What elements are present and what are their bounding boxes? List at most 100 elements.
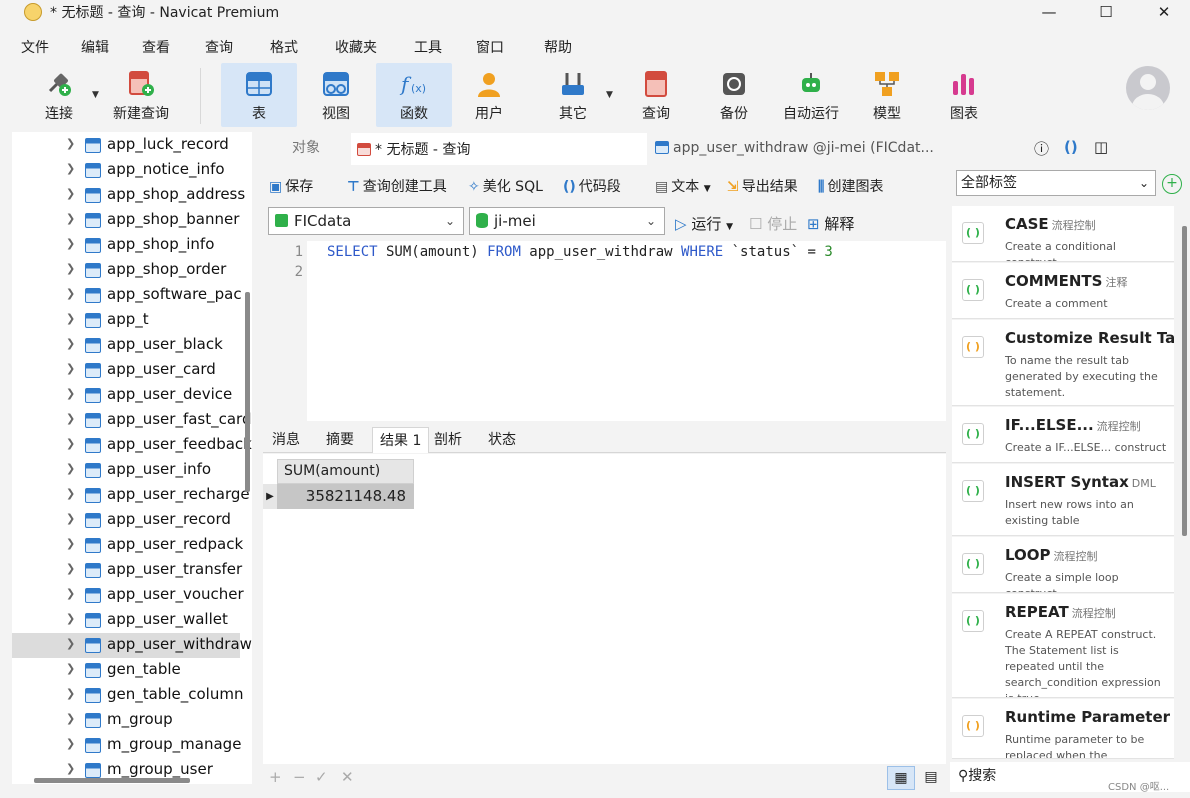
chevron-right-icon[interactable]: ❯ (66, 312, 75, 325)
tree-item[interactable]: ❯ app_user_voucher (12, 583, 244, 608)
chevron-right-icon[interactable]: ❯ (66, 237, 75, 250)
chevron-right-icon[interactable]: ❯ (66, 762, 75, 775)
form-view-button[interactable]: ▤ (917, 766, 945, 790)
tree-item[interactable]: ❯ app_user_redpack (12, 533, 243, 558)
user-button[interactable]: 用户 (460, 63, 518, 127)
delete-record-button[interactable]: − (293, 768, 306, 786)
other-button[interactable]: 其它 (548, 63, 598, 127)
table-row[interactable]: ▶ 35821148.48 (263, 484, 414, 509)
chevron-right-icon[interactable]: ❯ (66, 537, 75, 550)
chevron-right-icon[interactable]: ❯ (66, 462, 75, 475)
tree-item[interactable]: ❯ app_user_card (12, 358, 240, 383)
tree-item[interactable]: ❯ app_t (12, 308, 240, 333)
tab-profile[interactable]: 剖析 (427, 427, 469, 453)
result-cell[interactable]: 35821148.48 (277, 484, 414, 509)
snippet-item[interactable]: ( ) IF...ELSE... 流程控制 Create a IF...ELSE...… (952, 407, 1174, 463)
stop-button[interactable]: ☐ 停止 (749, 213, 797, 234)
chevron-right-icon[interactable]: ❯ (66, 137, 75, 150)
tree-item[interactable]: ❯ app_user_device (12, 383, 240, 408)
tree-item[interactable]: ❯ app_shop_order (12, 258, 240, 283)
snippet-tab-icon[interactable]: () (1064, 138, 1078, 160)
column-header[interactable]: SUM(amount) (277, 459, 414, 484)
tree-item[interactable]: ❯ app_software_pac (12, 283, 242, 308)
minimize-button[interactable]: — (1020, 0, 1078, 24)
menu-file[interactable]: 文件 (21, 37, 49, 57)
snippet-item[interactable]: ( ) Runtime ParameterNav Runtime parameter… (952, 699, 1174, 759)
backup-button[interactable]: 备份 (708, 63, 760, 127)
info-icon[interactable]: ⓘ (1034, 138, 1049, 160)
snippet-item[interactable]: ( ) REPEAT 流程控制 Create A REPEAT construct. … (952, 594, 1174, 698)
chevron-right-icon[interactable]: ❯ (66, 212, 75, 225)
chevron-right-icon[interactable]: ❯ (66, 587, 75, 600)
tree-item[interactable]: ❯ app_user_feedback (12, 433, 252, 458)
tree-item[interactable]: ❯ app_user_fast_card (12, 408, 252, 433)
tree-vertical-scrollbar[interactable] (245, 292, 250, 492)
tree-item[interactable]: ❯ app_shop_banner (12, 208, 240, 233)
tab-summary[interactable]: 摘要 (319, 427, 361, 453)
connect-button[interactable]: 连接 (34, 63, 84, 127)
database-select[interactable]: ji-mei ⌄ (469, 207, 665, 235)
tree-item[interactable]: ❯ gen_table_column (12, 683, 243, 708)
tag-filter-select[interactable]: 全部标签 ⌄ (956, 170, 1156, 196)
apply-changes-button[interactable]: ✓ (315, 768, 328, 786)
chevron-right-icon[interactable]: ❯ (66, 662, 75, 675)
text-button[interactable]: ▤ 文本 ▼ (655, 176, 711, 196)
run-button[interactable]: ▷ 运行 ▼ (675, 213, 733, 234)
tree-horizontal-scrollbar[interactable] (34, 778, 190, 783)
tree-item[interactable]: ❯ app_shop_info (12, 233, 240, 258)
save-button[interactable]: ▣ 保存 (269, 176, 313, 196)
snippet-item[interactable]: ( ) Customize Result Tab N To name the res… (952, 320, 1174, 406)
sql-editor[interactable]: 1 2 SELECT SUM(amount) FROM app_user_wit… (263, 241, 946, 421)
tree-item[interactable]: ❯ app_shop_address (12, 183, 245, 208)
chart-button[interactable]: 图表 (938, 63, 990, 127)
snippet-button[interactable]: () 代码段 (563, 176, 621, 196)
chevron-right-icon[interactable]: ❯ (66, 687, 75, 700)
create-chart-button[interactable]: ⫼ 创建图表 (818, 176, 883, 196)
close-button[interactable]: ✕ (1135, 0, 1190, 24)
tree-item[interactable]: ❯ app_user_wallet (12, 608, 240, 633)
chevron-right-icon[interactable]: ❯ (66, 512, 75, 525)
add-snippet-icon[interactable]: + (1162, 174, 1182, 194)
chevron-right-icon[interactable]: ❯ (66, 387, 75, 400)
connection-select[interactable]: FICdata ⌄ (268, 207, 464, 235)
snippet-item[interactable]: ( ) CASE流程控制 Create a conditional construc… (952, 206, 1174, 262)
view-button[interactable]: 视图 (300, 63, 372, 127)
maximize-button[interactable]: ☐ (1077, 0, 1135, 24)
menu-favorites[interactable]: 收藏夹 (335, 37, 377, 57)
snippet-item[interactable]: ( ) LOOP流程控制 Create a simple loop construc… (952, 537, 1174, 593)
tree-item[interactable]: ❯ m_group_manage (12, 733, 241, 758)
menu-window[interactable]: 窗口 (476, 37, 504, 57)
chevron-right-icon[interactable]: ❯ (66, 712, 75, 725)
discard-changes-button[interactable]: ✕ (341, 768, 354, 786)
tree-item[interactable]: ❯ app_user_transfer (12, 558, 242, 583)
table-button[interactable]: 表 (221, 63, 297, 127)
tree-item[interactable]: ❯ app_user_black (12, 333, 240, 358)
function-button[interactable]: f (x) 函数 (376, 63, 452, 127)
chevron-right-icon[interactable]: ❯ (66, 637, 75, 650)
snippet-item[interactable]: ( ) INSERT Syntax DML Insert new rows into … (952, 464, 1174, 536)
add-record-button[interactable]: + (269, 768, 282, 786)
tab-status[interactable]: 状态 (481, 427, 523, 453)
avatar[interactable] (1126, 66, 1170, 110)
tab-query[interactable]: * 无标题 - 查询 (351, 133, 647, 165)
chevron-right-icon[interactable]: ❯ (66, 487, 75, 500)
menu-query[interactable]: 查询 (205, 37, 233, 57)
automation-button[interactable]: 自动运行 (778, 63, 844, 127)
menu-help[interactable]: 帮助 (544, 37, 572, 57)
new-query-button[interactable]: 新建查询 (108, 63, 174, 127)
chevron-right-icon[interactable]: ❯ (66, 412, 75, 425)
menu-format[interactable]: 格式 (270, 37, 298, 57)
chevron-right-icon[interactable]: ❯ (66, 362, 75, 375)
tab-message[interactable]: 消息 (265, 427, 307, 453)
snippet-item[interactable]: ( ) COMMENTS 注释 Create a comment (952, 263, 1174, 319)
beautify-sql-button[interactable]: ✧ 美化 SQL (468, 176, 543, 196)
tree-item[interactable]: ❯ m_group (12, 708, 240, 733)
tab-objects[interactable]: 对象 (263, 133, 349, 165)
tree-item[interactable]: ❯ app_luck_record (12, 133, 240, 158)
menu-tools[interactable]: 工具 (414, 37, 442, 57)
chevron-right-icon[interactable]: ❯ (66, 187, 75, 200)
layout-icon[interactable]: ◫ (1094, 138, 1108, 160)
chevron-right-icon[interactable]: ❯ (66, 437, 75, 450)
export-result-button[interactable]: ⇲ 导出结果 (727, 176, 798, 196)
chevron-right-icon[interactable]: ❯ (66, 162, 75, 175)
